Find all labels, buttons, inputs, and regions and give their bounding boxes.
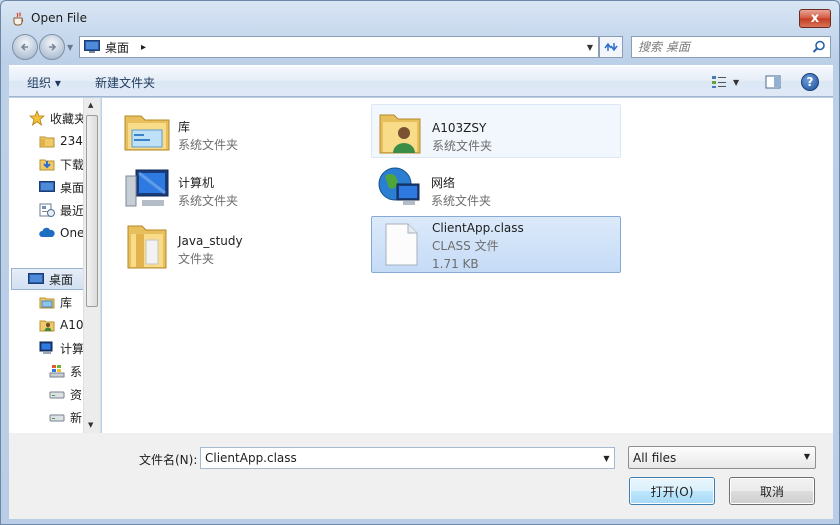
file-type: 系统文件夹 [178, 194, 239, 208]
cancel-button[interactable]: 取消 [729, 477, 815, 505]
change-view-button[interactable]: ▼ [711, 74, 751, 90]
open-file-dialog: Open File x ▼ 桌面 ▸ ▼ 组织 ▾ 新建文件夹 [0, 0, 840, 525]
chevron-right-icon[interactable]: ▸ [141, 42, 146, 53]
nav-item-label: 下载 [60, 157, 85, 172]
chevron-down-icon: ▼ [733, 77, 740, 87]
desktop-icon [28, 273, 44, 284]
search-icon[interactable] [812, 40, 826, 54]
scroll-up-icon[interactable]: ▲ [88, 101, 93, 109]
user-folder-icon [39, 320, 55, 332]
computer-icon [125, 169, 169, 207]
java-cup-icon [13, 12, 24, 26]
file-name: 网络 [431, 176, 456, 190]
arrow-left-icon [20, 43, 28, 51]
desktop-icon [84, 40, 100, 53]
help-button[interactable]: ? [801, 73, 819, 91]
nav-item-label: 系 [70, 364, 83, 379]
recent-places-icon [39, 203, 55, 217]
nav-item-label: 收藏夹 [50, 111, 87, 126]
scroll-down-icon[interactable]: ▼ [88, 421, 93, 429]
nav-item-label: 库 [60, 295, 73, 310]
address-location[interactable]: 桌面 [105, 39, 129, 56]
organize-button[interactable]: 组织 ▾ [27, 74, 61, 91]
chevron-down-icon: ▼ [603, 453, 610, 463]
scrollbar-thumb[interactable] [86, 115, 98, 307]
folder-icon [127, 225, 167, 269]
arrow-right-icon [49, 43, 57, 51]
forward-button[interactable] [39, 34, 65, 60]
chevron-down-icon: ▼ [803, 452, 810, 461]
desktop-icon [39, 181, 55, 192]
network-icon [378, 167, 420, 205]
close-button[interactable]: x [799, 9, 831, 28]
file-type: 系统文件夹 [432, 139, 493, 153]
refresh-button[interactable] [599, 36, 623, 58]
open-button[interactable]: 打开(O) [629, 477, 715, 505]
file-name: 计算机 [178, 176, 215, 190]
file-tile-a103zsy[interactable]: A103ZSY 系统文件夹 [371, 104, 621, 158]
file-tile-computer[interactable]: 计算机 系统文件夹 [118, 160, 368, 214]
nav-item-label: A10 [60, 318, 84, 332]
chevron-down-icon: ▼ [586, 42, 594, 52]
file-tile-java-study[interactable]: Java_study 文件夹 [118, 218, 368, 272]
close-icon: x [810, 11, 820, 26]
nav-item-desktop[interactable]: 桌面 [11, 268, 93, 290]
windows-drive-icon [49, 365, 65, 378]
back-button[interactable] [12, 34, 38, 60]
search-input[interactable] [638, 37, 808, 57]
filename-input[interactable] [200, 447, 615, 469]
file-type-select[interactable]: All files ▼ [628, 446, 816, 469]
library-icon [39, 297, 55, 309]
nav-item-label: 桌面 [49, 272, 74, 287]
file-size: 1.71 KB [432, 257, 479, 271]
file-name: A103ZSY [432, 121, 487, 135]
nav-item-label: 资 [70, 387, 83, 402]
file-type: 文件夹 [178, 252, 215, 266]
file-type: 系统文件夹 [431, 194, 492, 208]
address-dropdown-button[interactable]: ▼ [581, 36, 599, 58]
preview-pane-icon[interactable] [765, 74, 781, 90]
recent-locations-dropdown[interactable]: ▼ [67, 43, 73, 52]
window-title: Open File [31, 11, 87, 25]
nav-item-label: 桌面 [60, 180, 85, 195]
nav-item-label: 最近 [60, 203, 85, 218]
address-bar[interactable]: 桌面 ▸ [79, 36, 599, 58]
nav-item-label: 计算 [60, 341, 85, 356]
title-bar: Open File x [1, 1, 839, 35]
file-type-value: All files [633, 450, 677, 465]
file-name: 库 [178, 120, 191, 134]
view-options-icon [712, 76, 726, 88]
file-name: Java_study [178, 234, 243, 248]
user-folder-icon [379, 114, 421, 154]
command-toolbar: 组织 ▾ 新建文件夹 ▼ ? [9, 65, 833, 97]
folder-icon [39, 136, 55, 148]
file-tile-library[interactable]: 库 系统文件夹 [118, 104, 368, 158]
file-name: ClientApp.class [432, 221, 524, 235]
help-icon: ? [806, 75, 814, 89]
drive-icon [49, 414, 65, 422]
drive-icon [49, 391, 65, 399]
nav-item-label: 新 [70, 410, 83, 425]
filename-history-dropdown[interactable]: ▼ [599, 448, 614, 468]
new-folder-button[interactable]: 新建文件夹 [95, 74, 155, 91]
search-box[interactable] [631, 36, 831, 58]
refresh-icon [604, 42, 618, 52]
onedrive-icon [39, 227, 55, 237]
file-tile-clientapp-class[interactable]: ClientApp.class CLASS 文件 1.71 KB [371, 216, 621, 273]
computer-icon [39, 341, 53, 354]
file-tile-network[interactable]: 网络 系统文件夹 [371, 160, 621, 214]
nav-pane-scrollbar[interactable]: ▲ ▼ [83, 98, 100, 433]
file-type: CLASS 文件 [432, 239, 499, 253]
star-icon [29, 110, 45, 126]
library-icon [124, 115, 170, 151]
filename-label: 文件名(N): [139, 453, 198, 467]
nav-item-label: One [60, 226, 85, 240]
file-type: 系统文件夹 [178, 138, 239, 152]
file-list: 库 系统文件夹 A103ZSY 系统文件夹 计算机 系统文件夹 网络 系统文件夹… [102, 98, 833, 433]
downloads-folder-icon [39, 159, 55, 171]
file-icon [385, 223, 418, 266]
